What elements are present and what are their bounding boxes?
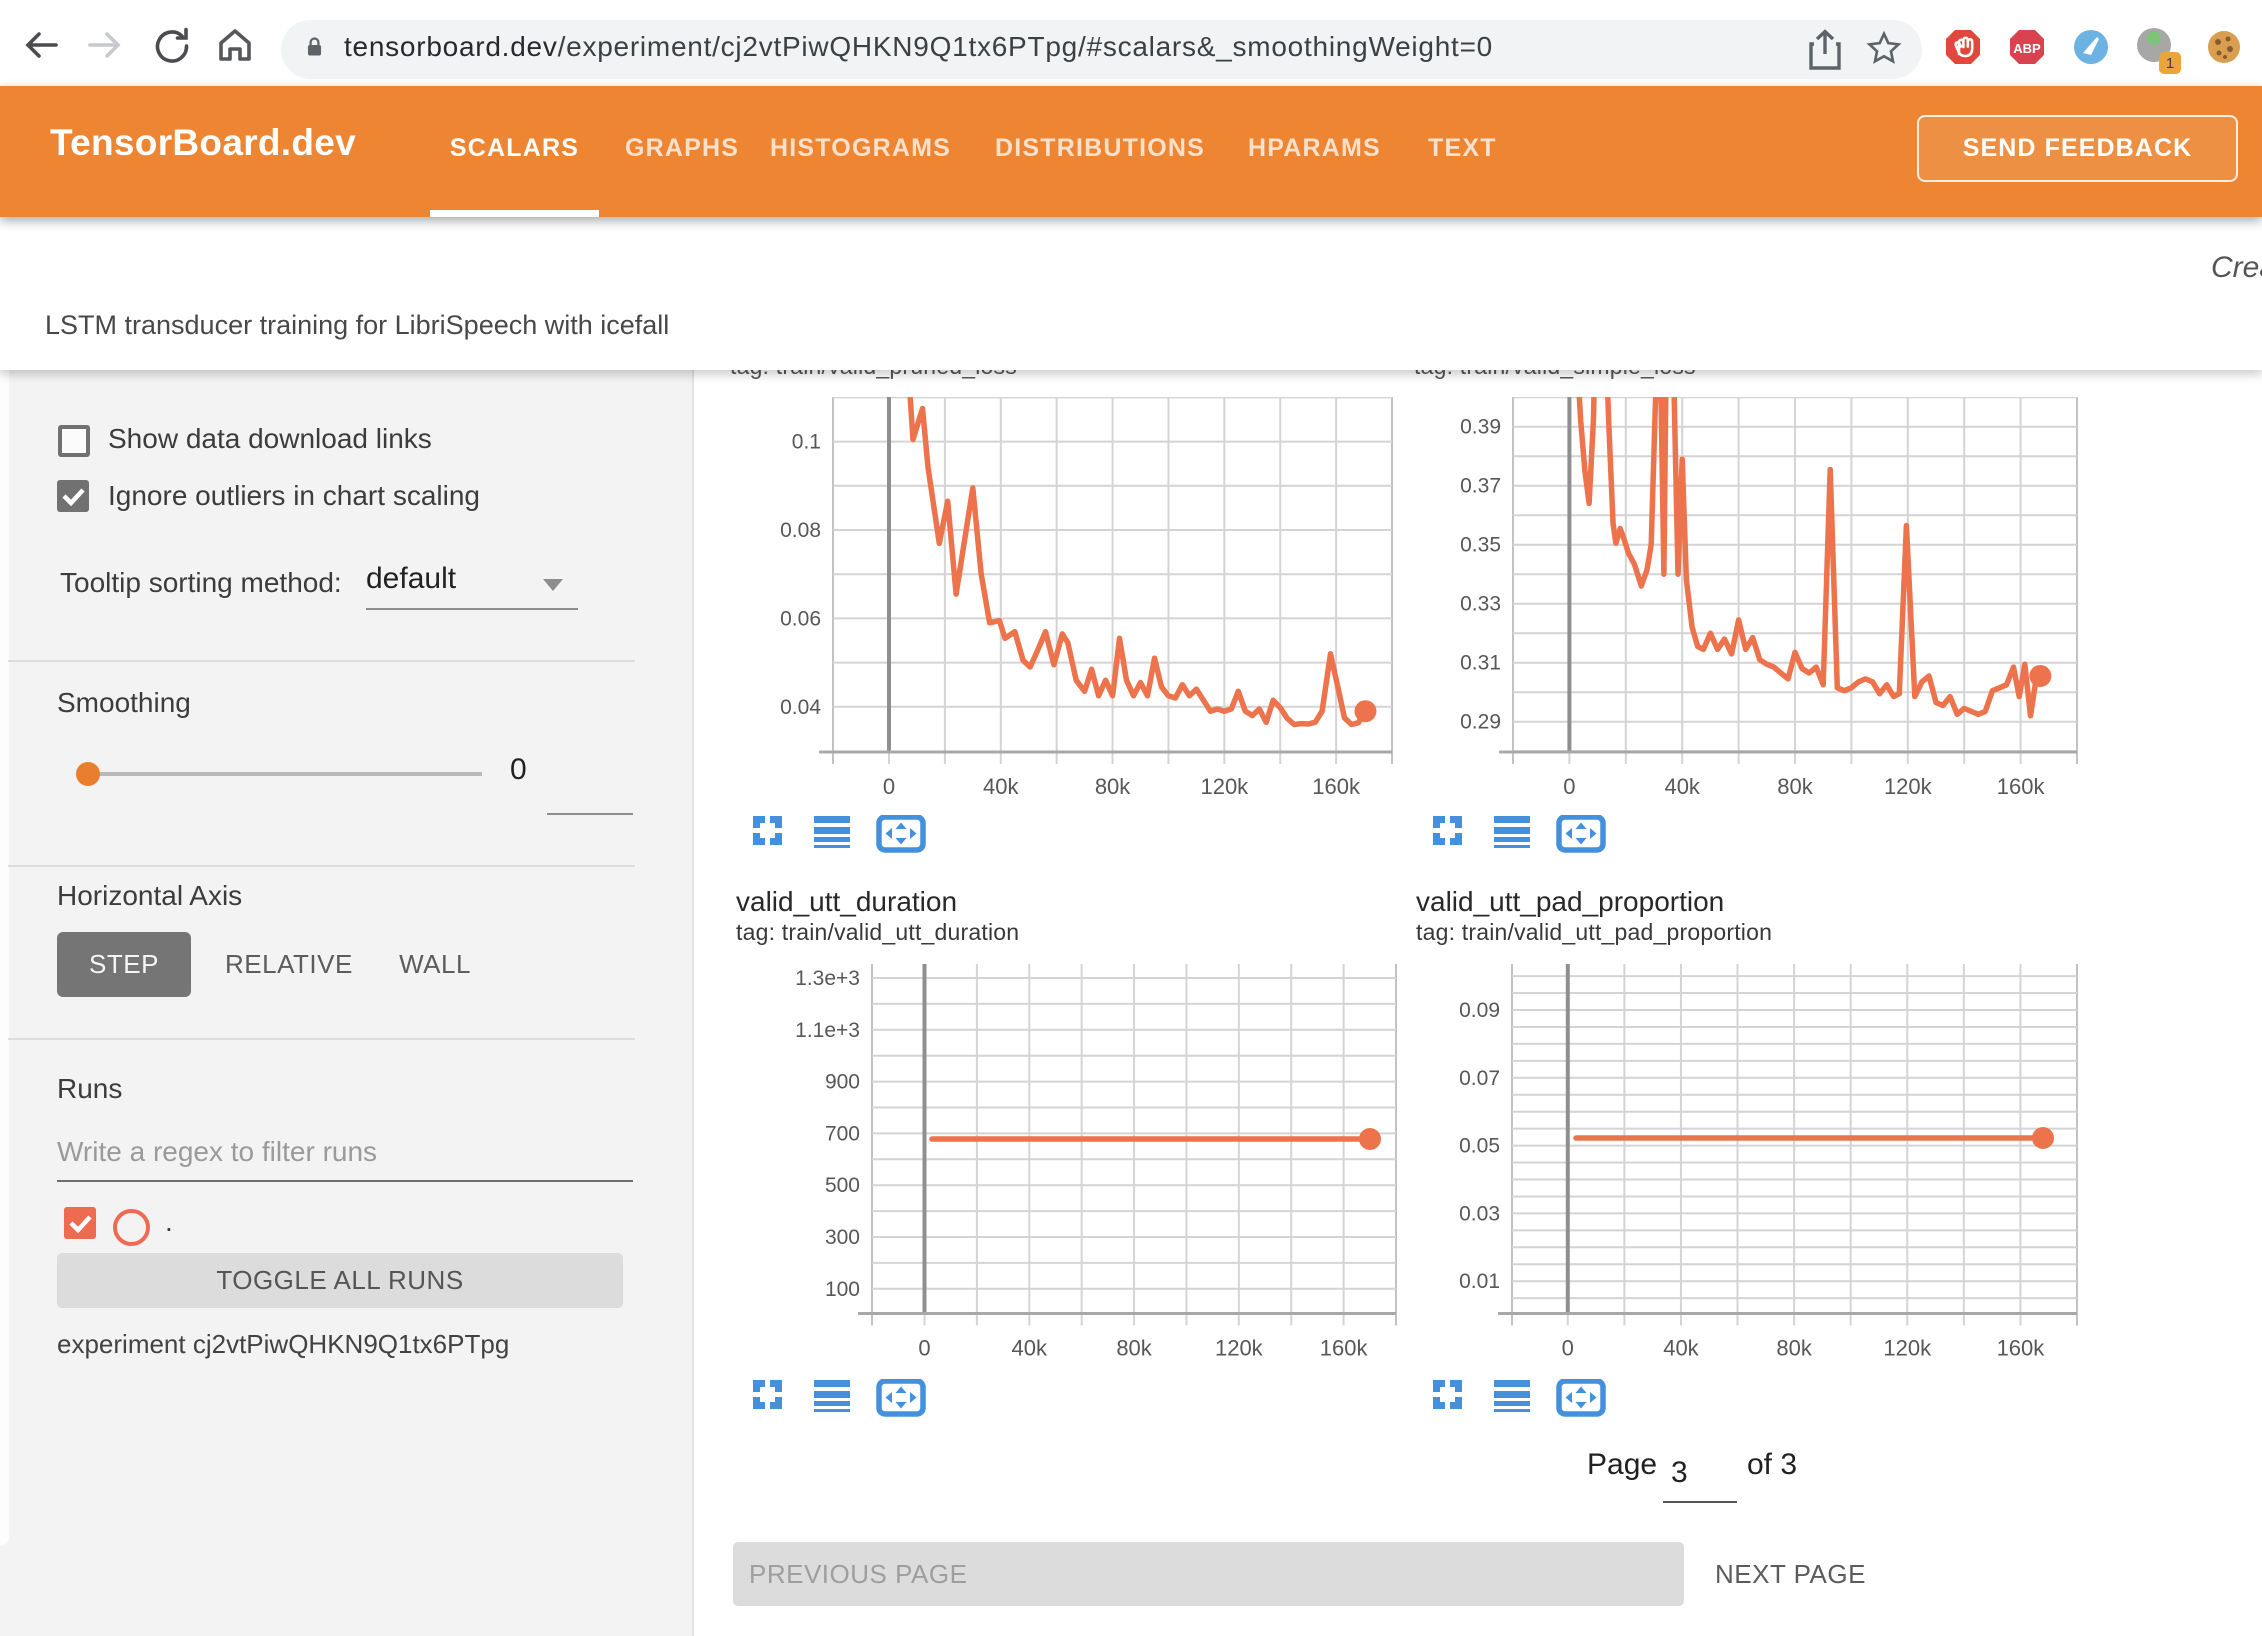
- svg-text:1: 1: [2166, 55, 2174, 72]
- svg-text:0.06: 0.06: [780, 607, 821, 630]
- svg-text:0.37: 0.37: [1460, 475, 1501, 498]
- svg-text:0.1: 0.1: [792, 431, 821, 454]
- svg-text:0: 0: [883, 774, 895, 799]
- svg-text:80k: 80k: [1777, 774, 1813, 799]
- svg-text:0: 0: [918, 1336, 930, 1361]
- svg-text:900: 900: [825, 1071, 860, 1094]
- svg-text:0.09: 0.09: [1459, 999, 1500, 1022]
- svg-text:0: 0: [1562, 1336, 1574, 1361]
- svg-text:0.07: 0.07: [1459, 1067, 1500, 1090]
- svg-text:80k: 80k: [1776, 1336, 1812, 1361]
- svg-text:0: 0: [1563, 774, 1575, 799]
- svg-text:120k: 120k: [1215, 1336, 1264, 1361]
- svg-text:40k: 40k: [983, 774, 1019, 799]
- svg-text:80k: 80k: [1095, 774, 1131, 799]
- svg-text:0.04: 0.04: [780, 696, 821, 719]
- svg-text:120k: 120k: [1883, 1336, 1932, 1361]
- svg-text:160k: 160k: [1320, 1336, 1369, 1361]
- svg-text:120k: 120k: [1200, 774, 1249, 799]
- svg-text:1.3e+3: 1.3e+3: [795, 967, 860, 990]
- svg-text:0.01: 0.01: [1459, 1270, 1500, 1293]
- svg-text:700: 700: [825, 1122, 860, 1145]
- svg-text:0.31: 0.31: [1460, 652, 1501, 675]
- svg-text:100: 100: [825, 1278, 860, 1301]
- svg-text:120k: 120k: [1884, 774, 1933, 799]
- svg-text:0.29: 0.29: [1460, 711, 1501, 734]
- svg-text:0.39: 0.39: [1460, 416, 1501, 439]
- svg-text:300: 300: [825, 1226, 860, 1249]
- svg-text:0.35: 0.35: [1460, 534, 1501, 557]
- svg-text:160k: 160k: [1312, 774, 1361, 799]
- svg-text:40k: 40k: [1664, 774, 1700, 799]
- svg-text:80k: 80k: [1116, 1336, 1152, 1361]
- svg-text:1.1e+3: 1.1e+3: [795, 1019, 860, 1042]
- svg-text:0.05: 0.05: [1459, 1135, 1500, 1158]
- svg-text:160k: 160k: [1997, 1336, 2046, 1361]
- svg-text:160k: 160k: [1997, 774, 2046, 799]
- svg-text:0.03: 0.03: [1459, 1202, 1500, 1225]
- svg-text:0.08: 0.08: [780, 519, 821, 542]
- svg-text:40k: 40k: [1663, 1336, 1699, 1361]
- svg-text:0.33: 0.33: [1460, 593, 1501, 616]
- svg-text:40k: 40k: [1012, 1336, 1048, 1361]
- svg-text:500: 500: [825, 1174, 860, 1197]
- svg-text:ABP: ABP: [2013, 41, 2041, 56]
